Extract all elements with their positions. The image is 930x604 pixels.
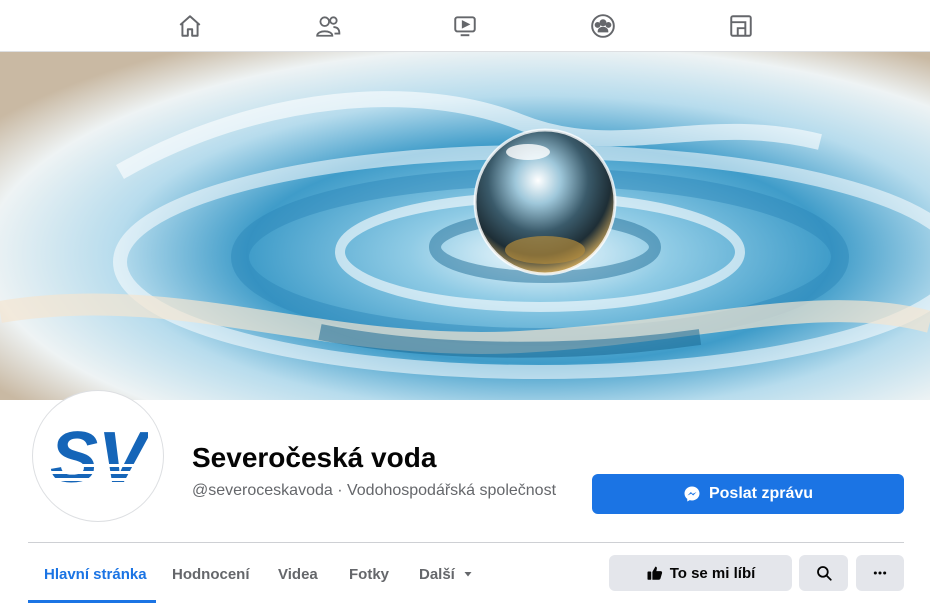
water-drop-image [0,52,930,400]
send-message-button[interactable]: Poslat zprávu [592,474,904,514]
watch-icon [454,15,476,36]
tab-videos[interactable]: Videa [278,552,318,596]
nav-friends[interactable] [278,0,378,51]
caret-down-icon [464,572,472,577]
top-navigation [0,0,930,52]
svg-text:SV: SV [50,418,148,498]
messenger-icon [684,486,700,502]
nav-gaming[interactable] [691,0,791,51]
page-avatar[interactable]: SV [32,390,164,522]
nav-groups[interactable] [553,0,653,51]
search-page-button[interactable] [799,555,848,591]
tab-videos-label: Videa [278,565,318,583]
tab-photos[interactable]: Fotky [349,552,389,596]
page-subtitle: @severoceskavoda · Vodohospodářská spole… [192,482,557,499]
thumbs-up-icon [647,566,662,580]
page-title: Severočeská voda [192,442,437,473]
tab-photos-label: Fotky [349,565,390,583]
tab-home[interactable]: Hlavní stránka [44,552,147,596]
send-message-label: Poslat zprávu [708,485,814,502]
active-tab-indicator [28,600,156,603]
page-logo: SV [48,418,148,498]
search-icon [816,566,832,581]
more-dots-icon [873,571,887,575]
header-divider [28,542,904,543]
tab-more[interactable]: Další [419,552,473,596]
home-icon [179,14,201,37]
tab-reviews-label: Hodnocení [172,565,250,583]
groups-icon [591,13,615,38]
nav-watch[interactable] [415,0,515,51]
friends-icon [316,15,341,37]
tab-reviews[interactable]: Hodnocení [172,552,250,596]
tab-home-label: Hlavní stránka [44,565,147,583]
nav-home[interactable] [140,0,240,51]
more-options-button[interactable] [856,555,904,591]
like-page-label: To se mi líbí [669,564,756,582]
cover-photo[interactable] [0,52,930,400]
gaming-icon [730,14,752,37]
like-page-button[interactable]: To se mi líbí [609,555,792,591]
tab-more-label: Další [419,565,455,583]
